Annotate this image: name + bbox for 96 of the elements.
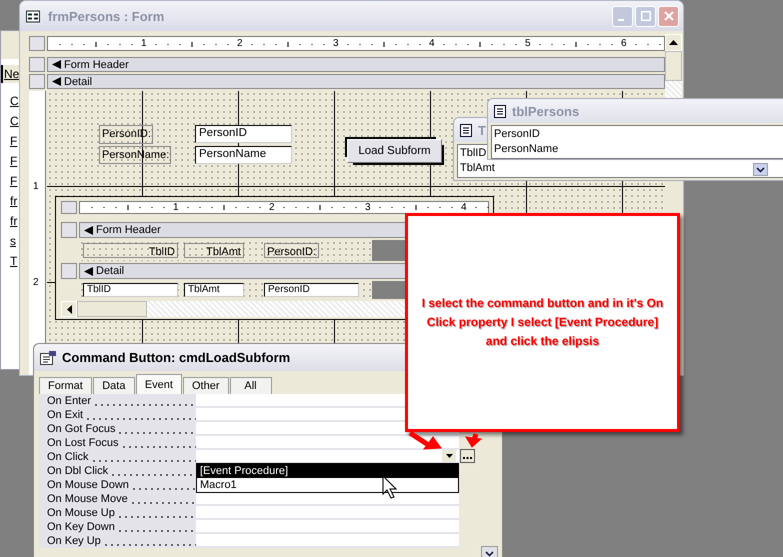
textbox-control[interactable]: PersonName — [195, 146, 292, 164]
list-item[interactable]: C — [10, 94, 19, 108]
scroll-up-button[interactable] — [665, 34, 682, 51]
section-title: Form Header — [96, 224, 161, 236]
textbox-control[interactable]: TblID — [83, 283, 178, 297]
up-arrow-icon — [669, 40, 678, 45]
tab[interactable]: Event — [136, 374, 182, 394]
list-item[interactable]: fr — [10, 194, 18, 208]
horizontal-scrollbar[interactable] — [61, 301, 407, 317]
field-item[interactable]: PersonID — [494, 127, 540, 142]
scroll-thumb[interactable] — [77, 301, 147, 317]
property-name: On Enter — [47, 394, 92, 408]
label-control[interactable]: TblAmt — [184, 243, 244, 258]
form-icon — [26, 10, 40, 22]
list-item[interactable]: fr — [10, 214, 18, 228]
section-bar[interactable]: Form Header — [47, 57, 665, 72]
section-selector[interactable] — [61, 222, 77, 238]
close-button[interactable] — [658, 6, 679, 26]
maximize-button[interactable] — [635, 6, 656, 26]
dropdown-button[interactable] — [442, 450, 456, 462]
maximize-icon — [640, 11, 650, 21]
minimize-button[interactable] — [612, 6, 633, 26]
window-title: tblPersons — [512, 104, 580, 118]
vertical-scrollbar[interactable] — [665, 34, 682, 98]
ruler-number: 2 — [269, 202, 275, 213]
scroll-down-button[interactable] — [753, 163, 768, 176]
section-selector[interactable] — [61, 263, 77, 279]
ellipsis-button[interactable] — [460, 449, 475, 463]
list-icon — [459, 124, 473, 136]
textbox-control[interactable]: PersonID — [195, 125, 292, 143]
property-name: On Click — [47, 450, 90, 464]
list-item[interactable]: s — [10, 234, 16, 248]
properties-icon — [40, 350, 56, 364]
section-title: Detail — [96, 265, 124, 277]
field-item[interactable]: TblID — [460, 146, 486, 161]
property-value-field[interactable] — [196, 436, 459, 450]
scroll-left-button[interactable] — [61, 301, 77, 317]
window-title: frmPersons : Form — [48, 8, 164, 24]
section-bar[interactable]: Form Header — [79, 222, 407, 238]
property-name: On Exit — [47, 408, 84, 422]
list-icon — [493, 104, 507, 118]
textbox-control[interactable]: PersonID — [264, 283, 359, 297]
label-control[interactable]: PersonID: — [264, 243, 319, 258]
command-button-control[interactable]: Load Subform — [347, 139, 442, 163]
property-name: On Mouse Down — [47, 478, 130, 492]
section-arrow-icon — [84, 266, 93, 276]
window-title: Command Button: cmdLoadSubform — [62, 350, 290, 365]
list-item[interactable]: F — [10, 154, 18, 168]
section-arrow-icon — [84, 226, 93, 234]
property-name: On Lost Focus — [47, 436, 120, 450]
dropdown-option[interactable]: Macro1 — [197, 478, 458, 492]
left-arrow-icon — [66, 304, 72, 314]
section-bar[interactable]: Detail — [47, 74, 665, 89]
tab[interactable]: Other — [182, 377, 228, 394]
chevron-down-icon — [485, 551, 494, 557]
property-name: On Dbl Click — [47, 464, 110, 478]
ruler-number: 1 — [173, 202, 179, 213]
property-name: On Key Up — [47, 534, 102, 548]
section-selector[interactable] — [29, 74, 45, 89]
section-selector[interactable] — [29, 57, 45, 72]
list-item[interactable]: F — [10, 174, 18, 188]
property-name: On Mouse Up — [47, 506, 116, 520]
form-selector[interactable] — [29, 36, 45, 51]
caret-icon — [446, 454, 452, 458]
ruler-number: 4 — [461, 202, 467, 213]
close-icon — [664, 11, 674, 21]
property-value-field[interactable] — [196, 534, 459, 548]
window-title: T — [478, 122, 486, 138]
section-title: Detail — [64, 76, 92, 88]
property-value-field[interactable] — [196, 492, 459, 506]
ruler-number: 3 — [365, 202, 371, 213]
ruler-number: 2 — [33, 277, 39, 288]
form-selector[interactable] — [61, 201, 77, 214]
textbox-control[interactable]: TblAmt — [184, 283, 244, 297]
property-value-field[interactable] — [196, 520, 459, 534]
property-name: On Key Down — [47, 520, 116, 534]
property-value-field[interactable] — [196, 506, 459, 520]
scroll-thumb[interactable] — [665, 51, 682, 81]
section-bar[interactable]: Detail — [79, 263, 407, 279]
property-name: On Mouse Move — [47, 492, 129, 506]
property-name: On Got Focus — [47, 422, 116, 436]
toolbar-button[interactable]: Ne — [1, 65, 19, 83]
chevron-down-icon — [756, 166, 765, 172]
list-item[interactable]: C — [10, 114, 19, 128]
minimize-icon — [618, 19, 624, 21]
tab[interactable]: Data — [92, 377, 135, 394]
field-item[interactable]: PersonName — [494, 142, 558, 157]
label-control[interactable]: TblID — [83, 243, 178, 258]
tab[interactable]: Format — [39, 377, 92, 394]
list-item[interactable]: T — [10, 254, 18, 268]
section-title: Form Header — [64, 58, 129, 70]
list-item[interactable]: F — [10, 134, 18, 148]
ruler-number: 1 — [33, 181, 39, 192]
dropdown-option[interactable]: [Event Procedure] — [197, 464, 458, 478]
field-item[interactable]: TblAmt — [460, 161, 495, 176]
tab[interactable]: All — [230, 377, 272, 394]
